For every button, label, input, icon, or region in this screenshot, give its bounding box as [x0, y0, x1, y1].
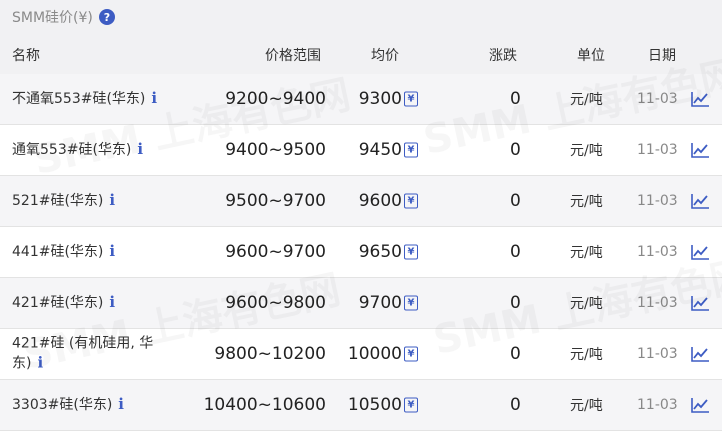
- row-name: 441#硅(华东) i: [12, 242, 172, 262]
- row-name: 521#硅(华东) i: [12, 191, 172, 211]
- table-row: 441#硅(华东) i 9600~9700 9650 ¥0 元/吨 11-03: [0, 227, 722, 278]
- row-range: 9600~9700: [225, 242, 326, 262]
- row-name-text: 通氧553#硅(华东): [12, 142, 132, 158]
- row-change: 0: [510, 395, 521, 415]
- row-unit: 元/吨: [570, 296, 603, 312]
- row-range: 10400~10600: [203, 395, 326, 415]
- row-unit: 元/吨: [570, 92, 603, 108]
- row-name: 不通氧553#硅(华东) i: [12, 89, 172, 109]
- panel-header: SMM硅价(¥) ?: [0, 0, 722, 35]
- table-row: 421#硅(华东) i 9600~9800 9700 ¥0 元/吨 11-03: [0, 278, 722, 329]
- row-avg: 9700: [358, 293, 402, 313]
- row-range: 9600~9800: [225, 293, 326, 313]
- row-avg: 9300: [358, 89, 402, 109]
- yen-icon[interactable]: ¥: [404, 295, 418, 311]
- column-unit: 单位: [577, 48, 605, 64]
- trend-chart-icon[interactable]: [690, 294, 710, 312]
- info-icon[interactable]: i: [109, 242, 115, 260]
- row-date: 11-03: [637, 193, 678, 209]
- row-name: 3303#硅(华东) i: [12, 395, 172, 415]
- info-icon[interactable]: i: [109, 293, 115, 311]
- trend-chart-icon[interactable]: [690, 192, 710, 210]
- row-range: 9200~9400: [225, 89, 326, 109]
- info-icon[interactable]: i: [37, 354, 43, 372]
- row-range: 9500~9700: [225, 191, 326, 211]
- row-unit: 元/吨: [570, 143, 603, 159]
- trend-chart-icon[interactable]: [690, 243, 710, 261]
- column-date: 日期: [648, 48, 676, 64]
- row-unit: 元/吨: [570, 245, 603, 261]
- yen-icon[interactable]: ¥: [404, 244, 418, 260]
- panel-title: SMM硅价(¥): [12, 10, 93, 26]
- table-row: 通氧553#硅(华东) i 9400~9500 9450 ¥0 元/吨 11-03: [0, 125, 722, 176]
- row-change: 0: [510, 89, 521, 109]
- info-icon[interactable]: i: [109, 191, 115, 209]
- yen-icon[interactable]: ¥: [404, 142, 418, 158]
- table-row: 不通氧553#硅(华东) i 9200~9400 9300 ¥0 元/吨 11-03: [0, 74, 722, 125]
- table-row: 521#硅(华东) i 9500~9700 9600 ¥0 元/吨 11-03: [0, 176, 722, 227]
- row-name-text: 441#硅(华东): [12, 244, 104, 260]
- row-change: 0: [510, 293, 521, 313]
- row-date: 11-03: [637, 397, 678, 413]
- row-unit: 元/吨: [570, 347, 603, 363]
- trend-chart-icon[interactable]: [690, 90, 710, 108]
- row-name-text: 421#硅(华东): [12, 295, 104, 311]
- row-change: 0: [510, 191, 521, 211]
- row-change: 0: [510, 140, 521, 160]
- row-name-text: 421#硅 (有机硅用, 华东): [12, 335, 154, 372]
- row-name: 421#硅 (有机硅用, 华东) i: [12, 335, 172, 374]
- yen-icon[interactable]: ¥: [404, 397, 418, 413]
- trend-chart-icon[interactable]: [690, 396, 710, 414]
- column-avg: 均价: [371, 48, 399, 64]
- info-icon[interactable]: i: [151, 89, 157, 107]
- row-date: 11-03: [637, 91, 678, 107]
- help-icon[interactable]: ?: [98, 9, 115, 25]
- row-avg: 10500: [347, 395, 402, 415]
- row-avg: 9650: [358, 242, 402, 262]
- row-date: 11-03: [637, 295, 678, 311]
- info-icon[interactable]: i: [118, 395, 124, 413]
- row-date: 11-03: [637, 142, 678, 158]
- table-row: 3303#硅(华东) i 10400~10600 10500 ¥0 元/吨 11-03: [0, 380, 722, 431]
- row-name-text: 3303#硅(华东): [12, 397, 113, 413]
- column-name: 名称: [12, 48, 40, 64]
- row-name: 421#硅(华东) i: [12, 293, 172, 313]
- column-range: 价格范围: [265, 48, 321, 64]
- row-avg: 9450: [358, 140, 402, 160]
- yen-icon[interactable]: ¥: [404, 91, 418, 107]
- column-change: 涨跌: [489, 48, 517, 64]
- row-name-text: 521#硅(华东): [12, 193, 104, 209]
- row-range: 9800~10200: [214, 344, 326, 364]
- table-row: 421#硅 (有机硅用, 华东) i 9800~10200 10000 ¥0 元/吨 11-…: [0, 329, 722, 380]
- row-change: 0: [510, 344, 521, 364]
- table-header: 名称 价格范围 均价 涨跌 单位 日期: [0, 34, 722, 74]
- row-unit: 元/吨: [570, 194, 603, 210]
- trend-chart-icon[interactable]: [690, 141, 710, 159]
- info-icon[interactable]: i: [137, 140, 143, 158]
- row-date: 11-03: [637, 244, 678, 260]
- row-change: 0: [510, 242, 521, 262]
- row-range: 9400~9500: [225, 140, 326, 160]
- row-unit: 元/吨: [570, 398, 603, 414]
- row-avg: 10000: [347, 344, 402, 364]
- yen-icon[interactable]: ¥: [404, 346, 418, 362]
- row-name-text: 不通氧553#硅(华东): [12, 91, 146, 107]
- row-date: 11-03: [637, 346, 678, 362]
- row-name: 通氧553#硅(华东) i: [12, 140, 172, 160]
- row-avg: 9600: [358, 191, 402, 211]
- yen-icon[interactable]: ¥: [404, 193, 418, 209]
- trend-chart-icon[interactable]: [690, 345, 710, 363]
